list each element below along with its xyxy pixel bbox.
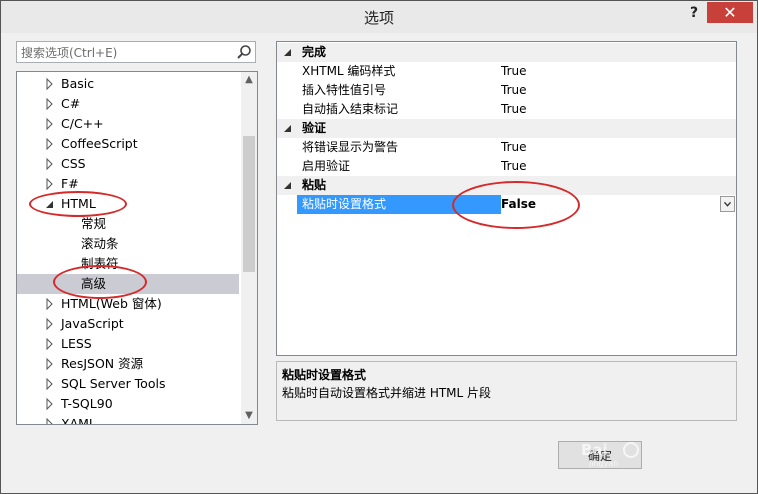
- property-name: 将错误显示为警告: [302, 140, 399, 154]
- property-value: True: [501, 102, 527, 116]
- search-input[interactable]: [19, 43, 235, 63]
- property-name: XHTML 编码样式: [302, 64, 396, 78]
- tree-item-label: Basic: [61, 76, 95, 91]
- tree-item-label: CSS: [61, 156, 86, 171]
- property-value: True: [501, 64, 527, 78]
- collapsed-arrow-icon[interactable]: [45, 354, 55, 374]
- description-text: 粘贴时自动设置格式并缩进 HTML 片段: [282, 386, 492, 400]
- property-name: 粘贴时设置格式: [297, 195, 501, 214]
- tree-item[interactable]: JavaScript: [17, 314, 239, 334]
- tree-item[interactable]: 制表符: [17, 254, 239, 274]
- tree-item-label: 高级: [81, 276, 107, 291]
- tree-item-label: C/C++: [61, 116, 104, 131]
- tree-item[interactable]: SQL Server Tools: [17, 374, 239, 394]
- tree-item-label: LESS: [61, 336, 92, 351]
- collapsed-arrow-icon[interactable]: [45, 94, 55, 114]
- property-grid: 完成 XHTML 编码样式 True 插入特性值引号 True 自动插入结束标记 True 验…: [276, 41, 737, 356]
- category-label: 粘贴: [302, 178, 327, 192]
- collapsed-arrow-icon[interactable]: [45, 74, 55, 94]
- tree-item[interactable]: 滚动条: [17, 234, 239, 254]
- property-value[interactable]: False: [501, 195, 536, 214]
- tree-item-label: 常规: [81, 216, 107, 231]
- collapsed-arrow-icon[interactable]: [45, 414, 55, 425]
- scroll-thumb[interactable]: [243, 136, 255, 272]
- property-name: 启用验证: [302, 159, 351, 173]
- property-name: 自动插入结束标记: [302, 102, 399, 116]
- property-row[interactable]: 启用验证 True: [277, 157, 736, 176]
- description-panel: 粘贴时设置格式 粘贴时自动设置格式并缩进 HTML 片段: [276, 361, 737, 421]
- property-row[interactable]: 自动插入结束标记 True: [277, 100, 736, 119]
- tree-item-label: CoffeeScript: [61, 136, 138, 151]
- tree-item-label: 制表符: [81, 256, 119, 271]
- category-expanded-arrow-icon[interactable]: [283, 176, 293, 195]
- property-row[interactable]: XHTML 编码样式 True: [277, 62, 736, 81]
- property-row[interactable]: 粘贴时设置格式 False: [277, 195, 736, 214]
- category-label: 验证: [302, 121, 327, 135]
- scroll-up-icon[interactable]: ▲: [241, 72, 257, 88]
- tree-item[interactable]: 高级: [17, 274, 239, 294]
- options-dialog: 选项 ? ✕ Basic C# C/C++ CoffeeScript CSS F# HTML…: [0, 0, 758, 494]
- category-expanded-arrow-icon[interactable]: [283, 43, 293, 62]
- tree-item-label: ResJSON 资源: [61, 356, 144, 371]
- tree-item[interactable]: ResJSON 资源: [17, 354, 239, 374]
- property-value: True: [501, 159, 527, 173]
- tree-item-label: F#: [61, 176, 79, 191]
- tree-item-label: JavaScript: [61, 316, 124, 331]
- search-icon[interactable]: [236, 44, 252, 60]
- collapsed-arrow-icon[interactable]: [45, 314, 55, 334]
- category-expanded-arrow-icon[interactable]: [283, 119, 293, 138]
- help-button[interactable]: ?: [684, 3, 704, 23]
- tree-item[interactable]: C#: [17, 94, 239, 114]
- tree-item-label: HTML: [61, 196, 96, 211]
- tree-item[interactable]: Basic: [17, 74, 239, 94]
- collapsed-arrow-icon[interactable]: [45, 334, 55, 354]
- tree-item-label: HTML(Web 窗体): [61, 296, 162, 311]
- collapsed-arrow-icon[interactable]: [45, 394, 55, 414]
- title-bar: 选项 ? ✕: [1, 1, 757, 33]
- dialog-title: 选项: [363, 9, 394, 27]
- tree-item[interactable]: LESS: [17, 334, 239, 354]
- tree-item-label: T-SQL90: [61, 396, 113, 411]
- grid-category[interactable]: 验证: [277, 119, 736, 138]
- options-tree: Basic C# C/C++ CoffeeScript CSS F# HTML 常规滚动条制表…: [16, 71, 258, 425]
- collapsed-arrow-icon[interactable]: [45, 294, 55, 314]
- tree-item[interactable]: HTML(Web 窗体): [17, 294, 239, 314]
- tree-scrollbar[interactable]: ▲ ▼: [241, 72, 257, 424]
- collapsed-arrow-icon[interactable]: [45, 134, 55, 154]
- ok-button[interactable]: 确定: [558, 441, 642, 469]
- grid-category[interactable]: 完成: [277, 43, 736, 62]
- tree-item[interactable]: CSS: [17, 154, 239, 174]
- collapsed-arrow-icon[interactable]: [45, 174, 55, 194]
- scroll-down-icon[interactable]: ▼: [241, 408, 257, 424]
- tree-item[interactable]: XAML: [17, 414, 239, 425]
- property-value: True: [501, 140, 527, 154]
- tree-item[interactable]: F#: [17, 174, 239, 194]
- property-value: True: [501, 83, 527, 97]
- property-row[interactable]: 将错误显示为警告 True: [277, 138, 736, 157]
- description-title: 粘贴时设置格式: [282, 368, 367, 382]
- collapsed-arrow-icon[interactable]: [45, 114, 55, 134]
- search-box: [16, 41, 256, 63]
- expanded-arrow-icon[interactable]: [45, 194, 55, 214]
- close-button[interactable]: ✕: [707, 2, 753, 23]
- tree-item-label: SQL Server Tools: [61, 376, 166, 391]
- tree-item[interactable]: T-SQL90: [17, 394, 239, 414]
- property-name: 插入特性值引号: [302, 83, 387, 97]
- tree-item[interactable]: HTML: [17, 194, 239, 214]
- tree-item[interactable]: C/C++: [17, 114, 239, 134]
- tree-item[interactable]: CoffeeScript: [17, 134, 239, 154]
- tree-item-label: XAML: [61, 416, 96, 425]
- tree-item-label: 滚动条: [81, 236, 119, 251]
- tree-item-label: C#: [61, 96, 81, 111]
- grid-category[interactable]: 粘贴: [277, 176, 736, 195]
- collapsed-arrow-icon[interactable]: [45, 154, 55, 174]
- collapsed-arrow-icon[interactable]: [45, 374, 55, 394]
- dropdown-arrow-icon[interactable]: [720, 196, 735, 212]
- category-label: 完成: [302, 45, 327, 59]
- tree-item[interactable]: 常规: [17, 214, 239, 234]
- property-row[interactable]: 插入特性值引号 True: [277, 81, 736, 100]
